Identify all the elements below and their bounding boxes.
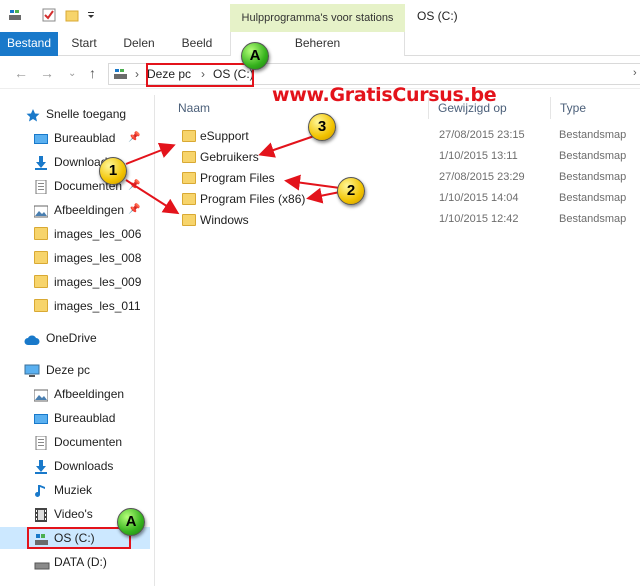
document-icon [34,435,48,451]
video-icon [34,507,48,522]
sidebar-item-data-d[interactable]: DATA (D:) [0,551,150,573]
properties-icon[interactable] [42,8,56,22]
column-header-type[interactable]: Type [560,101,586,115]
pin-icon[interactable]: 📌 [128,127,140,149]
folder-icon [34,251,48,264]
folder-icon [182,193,196,205]
new-folder-icon[interactable] [65,8,79,22]
cloud-icon [24,331,40,345]
star-icon [26,107,40,122]
sidebar-item-images-les-006[interactable]: images_les_006 [0,223,150,245]
folder-icon [182,214,196,226]
document-icon [34,179,48,195]
file-row[interactable]: Program Files 27/08/2015 23:29 Bestandsm… [176,168,640,188]
folder-icon [34,227,48,240]
up-arrow-icon[interactable]: ↑ [89,65,96,81]
sidebar-item-quick-access[interactable]: Snelle toegang [0,103,150,125]
window-title: OS (C:) [417,9,458,23]
drive-icon [113,68,129,83]
breadcrumb-separator-icon: › [135,67,139,81]
sidebar-item-pc-documenten[interactable]: Documenten [0,431,150,453]
download-icon [34,155,48,170]
tab-beeld[interactable]: Beeld [175,32,219,56]
sidebar-item-images-les-011[interactable]: images_les_011 [0,295,150,317]
annotation-badge-a: A [241,42,269,70]
picture-icon [33,203,49,218]
column-header-name[interactable]: Naam [178,101,210,115]
sidebar-item-pc-downloads[interactable]: Downloads [0,455,150,477]
drive-icon [34,555,50,570]
sidebar-item-deze-pc[interactable]: Deze pc [0,359,150,381]
sidebar-item-pc-muziek[interactable]: Muziek [0,479,150,501]
annotation-box-address [146,63,254,87]
annotation-badge-a: A [117,508,145,536]
context-tab-drive-tools: Hulpprogramma's voor stations [230,4,405,32]
annotation-badge-2: 2 [337,177,365,205]
folder-icon [182,172,196,184]
music-icon [34,483,48,497]
file-row[interactable]: Windows 1/10/2015 12:42 Bestandsmap [176,210,640,230]
file-row[interactable]: Gebruikers 1/10/2015 13:11 Bestandsmap [176,147,640,167]
tab-start[interactable]: Start [62,32,106,56]
picture-icon [33,387,49,402]
pin-icon[interactable]: 📌 [128,175,140,197]
sidebar-item-downloads[interactable]: Downloads [0,151,150,173]
recent-locations-chevron-icon[interactable]: ⌄ [68,68,76,79]
customize-dropdown-icon[interactable] [86,8,100,22]
address-dropdown-chevron-icon[interactable]: › [633,67,637,79]
file-row[interactable]: eSupport 27/08/2015 23:15 Bestandsmap [176,126,640,146]
pin-icon[interactable]: 📌 [128,199,140,221]
sidebar-item-images-les-008[interactable]: images_les_008 [0,247,150,269]
sidebar-item-images-les-009[interactable]: images_les_009 [0,271,150,293]
sidebar-item-afbeeldingen[interactable]: Afbeeldingen 📌 [0,199,150,221]
desktop-icon [34,131,48,144]
ribbon-tabs: Bestand Start Delen Beeld Beheren [0,32,640,56]
tab-bestand[interactable]: Bestand [0,32,58,56]
watermark: www.GratisCursus.be [272,84,497,106]
folder-icon [182,151,196,163]
folder-icon [34,275,48,288]
annotation-box-os-c [27,527,131,549]
download-icon [34,459,48,474]
sidebar-item-pc-bureaublad[interactable]: Bureaublad [0,407,150,429]
computer-icon [24,363,40,377]
sidebar-item-onedrive[interactable]: OneDrive [0,327,150,349]
folder-icon [182,130,196,142]
sidebar-item-bureaublad[interactable]: Bureaublad 📌 [0,127,150,149]
title-bar: Hulpprogramma's voor stations OS (C:) [0,0,640,32]
column-separator[interactable] [550,97,551,119]
sidebar-item-pc-afbeeldingen[interactable]: Afbeeldingen [0,383,150,405]
back-arrow-icon[interactable]: ← [14,65,28,81]
folder-icon [34,299,48,312]
drive-icon[interactable] [8,8,22,22]
annotation-badge-3: 3 [308,113,336,141]
annotation-badge-1: 1 [99,157,127,185]
file-list: Naam Gewijzigd op Type eSupport 27/08/20… [160,95,640,586]
file-row[interactable]: Program Files (x86) 1/10/2015 14:04 Best… [176,189,640,209]
desktop-icon [34,411,48,424]
tab-delen[interactable]: Delen [117,32,161,56]
forward-arrow-icon[interactable]: → [40,65,54,81]
sidebar-item-documenten[interactable]: Documenten 📌 [0,175,150,197]
